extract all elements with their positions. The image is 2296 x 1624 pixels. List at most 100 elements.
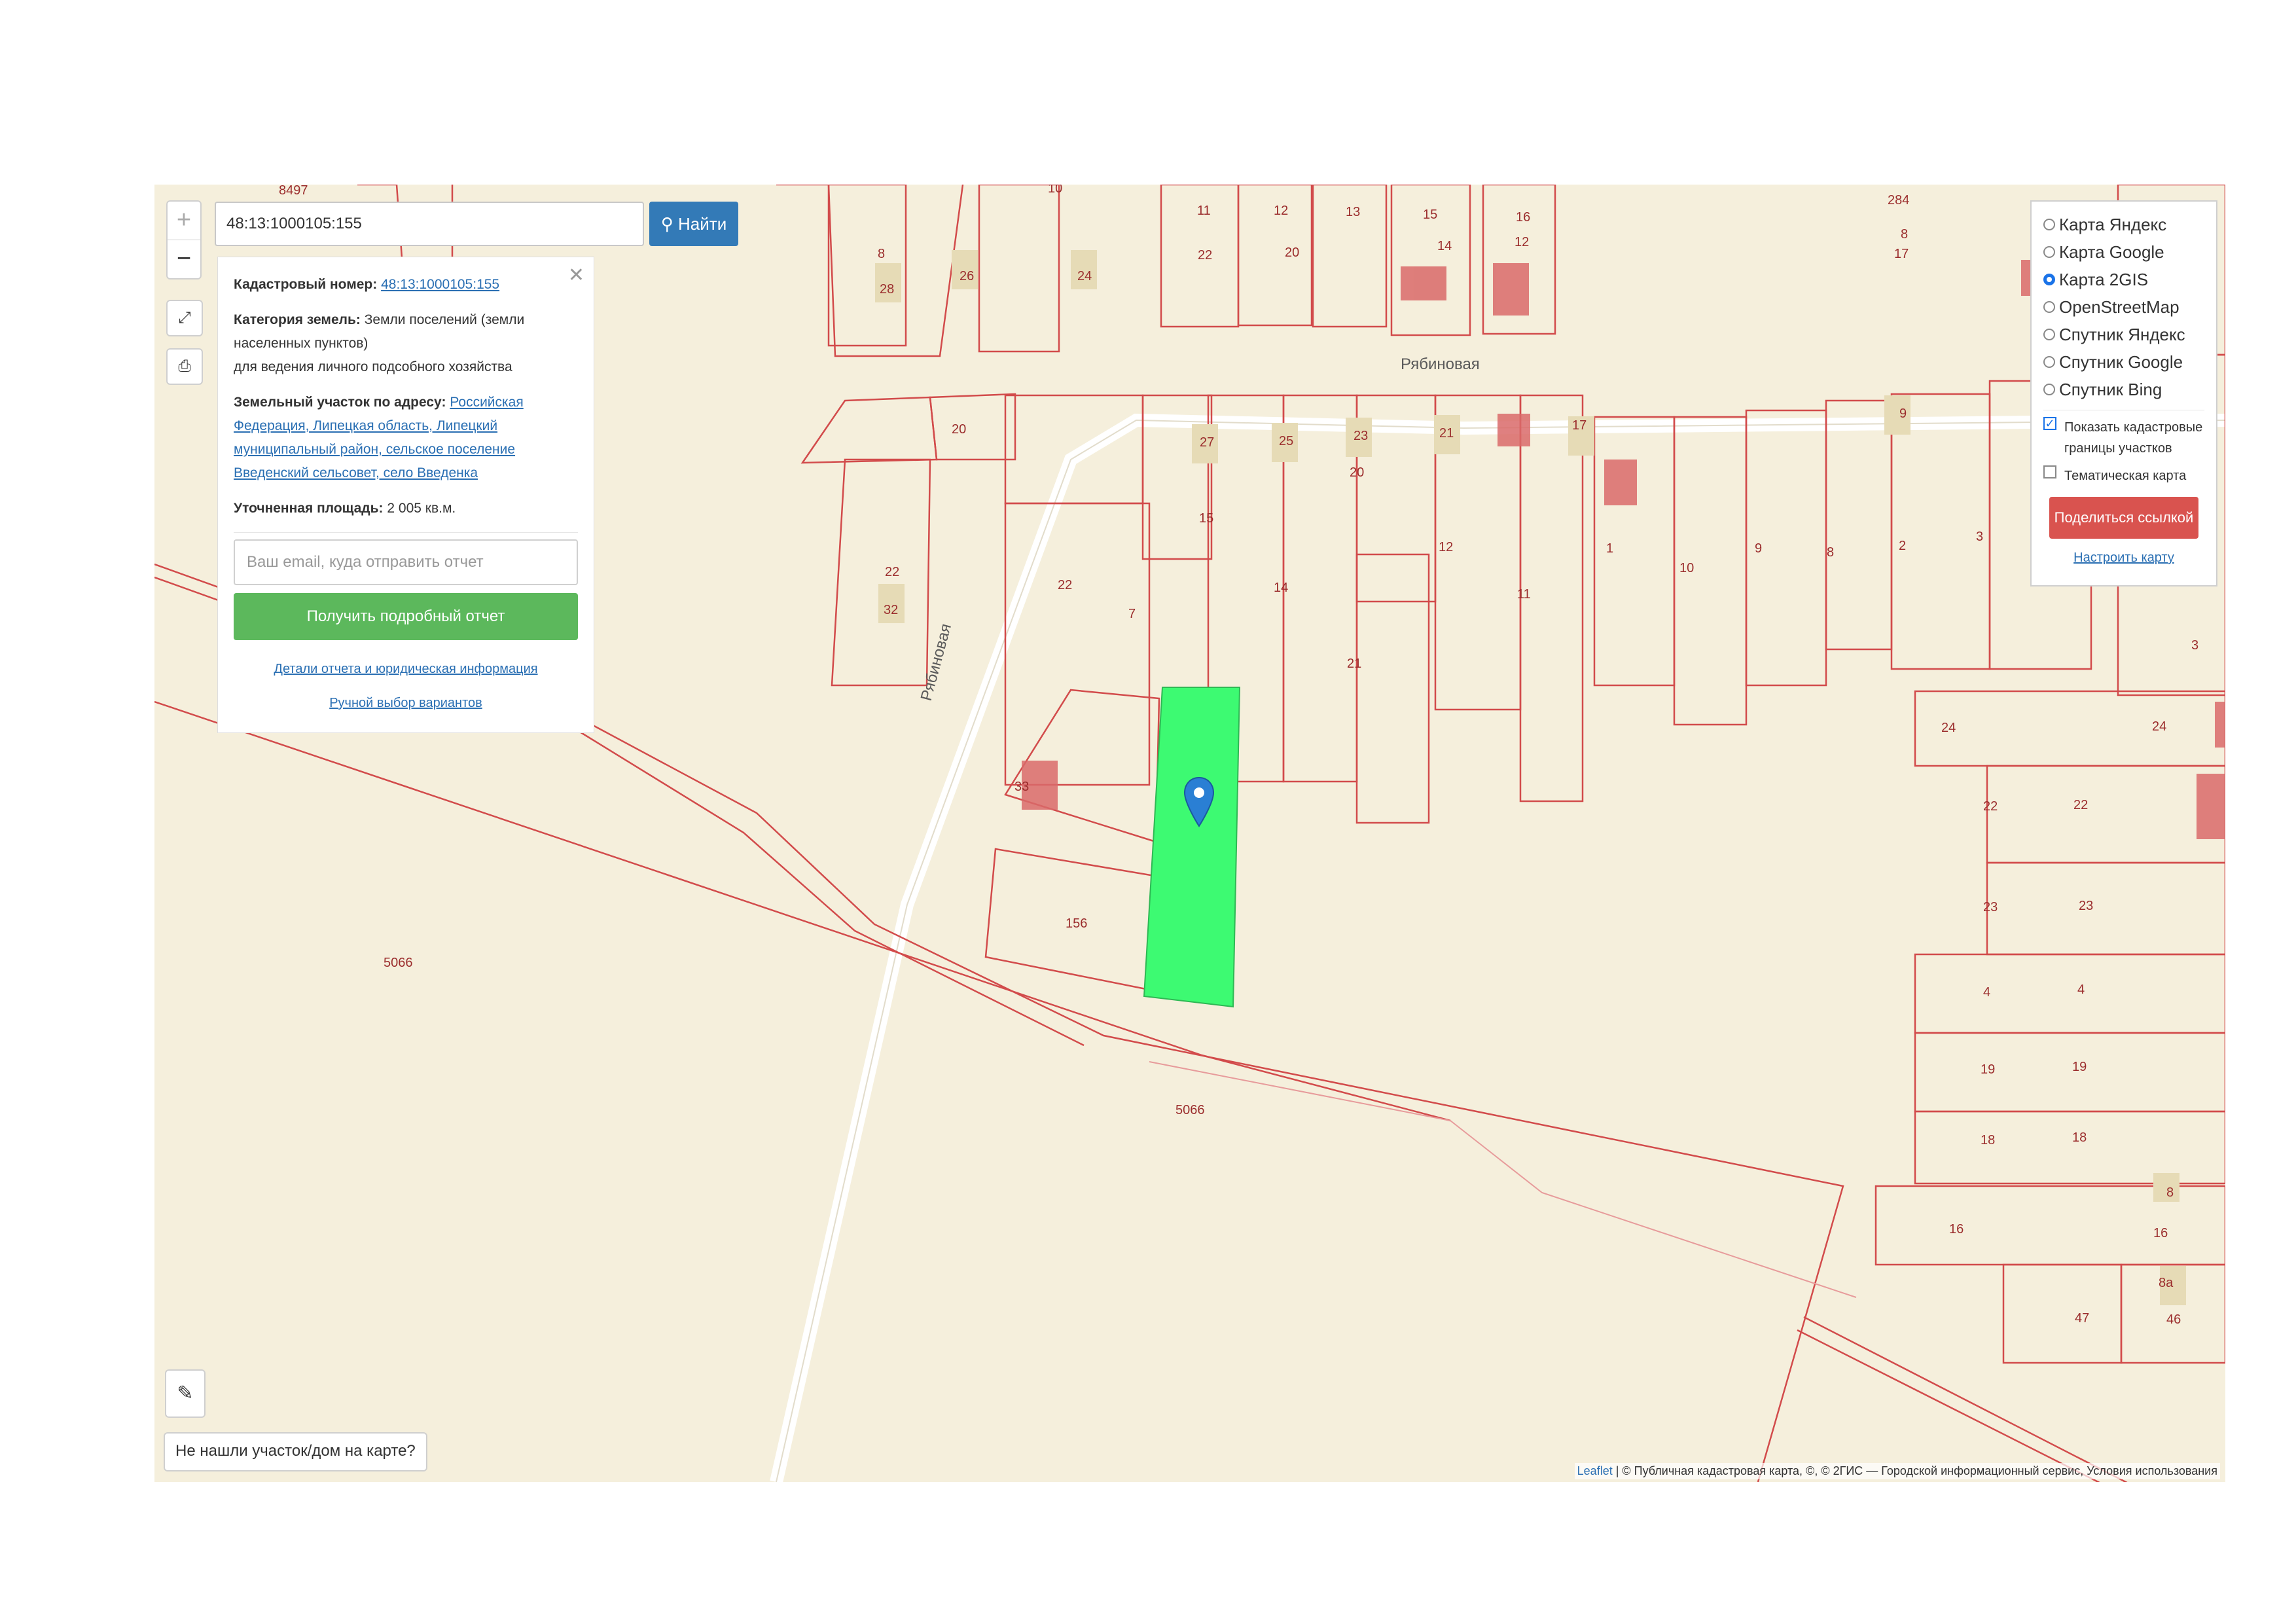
share-button[interactable]: Поделиться ссылкой bbox=[2049, 497, 2198, 539]
radio-icon[interactable] bbox=[2043, 246, 2055, 258]
svg-text:25: 25 bbox=[1279, 434, 1293, 448]
get-report-button[interactable]: Получить подробный отчет bbox=[234, 593, 578, 640]
svg-text:22: 22 bbox=[2073, 798, 2088, 812]
svg-text:9: 9 bbox=[1899, 406, 1907, 421]
svg-text:24: 24 bbox=[1077, 269, 1092, 283]
svg-text:3: 3 bbox=[1976, 530, 1983, 544]
svg-text:11: 11 bbox=[1517, 587, 1531, 602]
divider bbox=[234, 532, 578, 533]
print-icon[interactable]: ⎙ bbox=[166, 348, 203, 385]
svg-text:16: 16 bbox=[1516, 210, 1530, 225]
layer-option-sat-google[interactable]: Спутник Google bbox=[2043, 348, 2204, 376]
svg-text:23: 23 bbox=[2079, 899, 2093, 913]
svg-text:7: 7 bbox=[1128, 607, 1136, 621]
find-button[interactable]: ⚲ Найти bbox=[649, 202, 738, 246]
find-button-label: Найти bbox=[678, 214, 727, 234]
svg-text:16: 16 bbox=[2153, 1226, 2168, 1240]
svg-text:19: 19 bbox=[1981, 1062, 1995, 1077]
layer-option-2gis[interactable]: Карта 2GIS bbox=[2043, 266, 2204, 293]
svg-text:23: 23 bbox=[1354, 429, 1368, 443]
zoom-out-button[interactable]: − bbox=[168, 240, 200, 278]
svg-text:9: 9 bbox=[1755, 541, 1762, 556]
map-canvas[interactable]: 8497 5066 5066 21 8 28 26 24 10 11 22 12… bbox=[154, 185, 2225, 1482]
svg-text:20: 20 bbox=[952, 422, 966, 437]
close-icon[interactable]: ✕ bbox=[568, 264, 584, 287]
svg-text:18: 18 bbox=[2072, 1130, 2087, 1145]
svg-text:22: 22 bbox=[1198, 248, 1212, 262]
radio-icon[interactable] bbox=[2043, 301, 2055, 313]
map-marker-icon[interactable] bbox=[1183, 776, 1215, 827]
radio-icon[interactable] bbox=[2043, 219, 2055, 230]
layers-panel: Карта Яндекс Карта Google Карта 2GIS Ope… bbox=[2030, 200, 2217, 586]
cadastral-link[interactable]: 48:13:1000105:155 bbox=[381, 277, 499, 292]
thematic-label: Тематическая карта bbox=[2064, 469, 2187, 483]
radio-selected-icon[interactable] bbox=[2043, 274, 2055, 285]
svg-text:14: 14 bbox=[1274, 581, 1288, 595]
svg-text:8497: 8497 bbox=[279, 185, 308, 198]
svg-text:26: 26 bbox=[960, 269, 974, 283]
svg-text:17: 17 bbox=[1894, 247, 1909, 261]
checkbox-checked-icon[interactable]: ✓ bbox=[2043, 417, 2056, 430]
layer-option-yandex[interactable]: Карта Яндекс bbox=[2043, 211, 2204, 238]
svg-text:10: 10 bbox=[1048, 185, 1062, 196]
attribution-text: | © Публичная кадастровая карта, ©, © 2Г… bbox=[1612, 1464, 2217, 1477]
layer-label: Карта Google bbox=[2059, 242, 2164, 262]
svg-text:12: 12 bbox=[1274, 204, 1288, 218]
layer-option-sat-yandex[interactable]: Спутник Яндекс bbox=[2043, 321, 2204, 348]
svg-text:8: 8 bbox=[878, 247, 885, 261]
svg-text:46: 46 bbox=[2166, 1312, 2181, 1327]
email-field[interactable]: Ваш email, куда отправить отчет bbox=[234, 539, 578, 585]
category-use: для ведения личного подсобного хозяйства bbox=[234, 359, 512, 374]
svg-text:Рябиновая: Рябиновая bbox=[918, 622, 955, 703]
details-link[interactable]: Детали отчета и юридическая информация bbox=[274, 662, 537, 676]
search-input[interactable]: 48:13:1000105:155 bbox=[215, 202, 644, 246]
svg-text:22: 22 bbox=[1983, 799, 1998, 814]
radio-icon[interactable] bbox=[2043, 356, 2055, 368]
not-found-button[interactable]: Не нашли участок/дом на карте? bbox=[164, 1432, 427, 1471]
cadastral-row: Кадастровый номер: 48:13:1000105:155 bbox=[234, 273, 578, 297]
svg-text:4: 4 bbox=[2077, 983, 2085, 997]
show-borders-label: Показать кадастровые границы участков bbox=[2064, 420, 2203, 456]
area-value: 2 005 кв.м. bbox=[387, 501, 456, 516]
layer-label: Спутник Яндекс bbox=[2059, 325, 2185, 344]
checkbox-icon[interactable] bbox=[2043, 465, 2056, 478]
svg-text:20: 20 bbox=[1285, 245, 1299, 260]
svg-text:21: 21 bbox=[1347, 657, 1361, 671]
address-label: Земельный участок по адресу: bbox=[234, 395, 446, 410]
expand-icon[interactable]: ⤢ bbox=[166, 300, 203, 336]
ruler-icon[interactable]: ✎ bbox=[165, 1369, 206, 1418]
svg-text:24: 24 bbox=[2152, 719, 2166, 734]
svg-text:16: 16 bbox=[1949, 1222, 1964, 1236]
svg-text:13: 13 bbox=[1346, 205, 1360, 219]
svg-text:27: 27 bbox=[1200, 435, 1214, 450]
manual-select-link[interactable]: Ручной выбор вариантов bbox=[329, 696, 482, 710]
svg-text:8: 8 bbox=[1827, 545, 1834, 560]
svg-text:15: 15 bbox=[1199, 511, 1213, 526]
svg-text:14: 14 bbox=[1437, 239, 1452, 253]
radio-icon[interactable] bbox=[2043, 329, 2055, 340]
address-row: Земельный участок по адресу: Российская … bbox=[234, 391, 578, 485]
layer-option-google[interactable]: Карта Google bbox=[2043, 238, 2204, 266]
layer-label: Спутник Google bbox=[2059, 352, 2183, 372]
radio-icon[interactable] bbox=[2043, 384, 2055, 395]
svg-text:21: 21 bbox=[1439, 426, 1454, 441]
cadastral-label: Кадастровый номер: bbox=[234, 277, 378, 292]
svg-text:17: 17 bbox=[1572, 418, 1587, 433]
leaflet-link[interactable]: Leaflet bbox=[1577, 1464, 1613, 1477]
attribution: Leaflet | © Публичная кадастровая карта,… bbox=[1574, 1463, 2220, 1479]
svg-text:11: 11 bbox=[1197, 204, 1211, 218]
tune-map-link[interactable]: Настроить карту bbox=[2043, 550, 2204, 566]
svg-text:1: 1 bbox=[1606, 541, 1613, 556]
layer-label: Карта Яндекс bbox=[2059, 215, 2167, 234]
category-row: Категория земель: Земли поселений (земли… bbox=[234, 308, 578, 379]
layer-option-osm[interactable]: OpenStreetMap bbox=[2043, 293, 2204, 321]
svg-text:156: 156 bbox=[1066, 916, 1087, 931]
layer-option-sat-bing[interactable]: Спутник Bing bbox=[2043, 376, 2204, 403]
svg-text:24: 24 bbox=[1941, 721, 1956, 735]
zoom-in-button[interactable]: + bbox=[168, 202, 200, 240]
layer-label: OpenStreetMap bbox=[2059, 297, 2179, 317]
thematic-option[interactable]: Тематическая карта bbox=[2043, 465, 2204, 486]
show-borders-option[interactable]: ✓ Показать кадастровые границы участков bbox=[2043, 417, 2204, 459]
svg-text:33: 33 bbox=[1014, 780, 1029, 794]
svg-text:4: 4 bbox=[1983, 985, 1990, 1000]
